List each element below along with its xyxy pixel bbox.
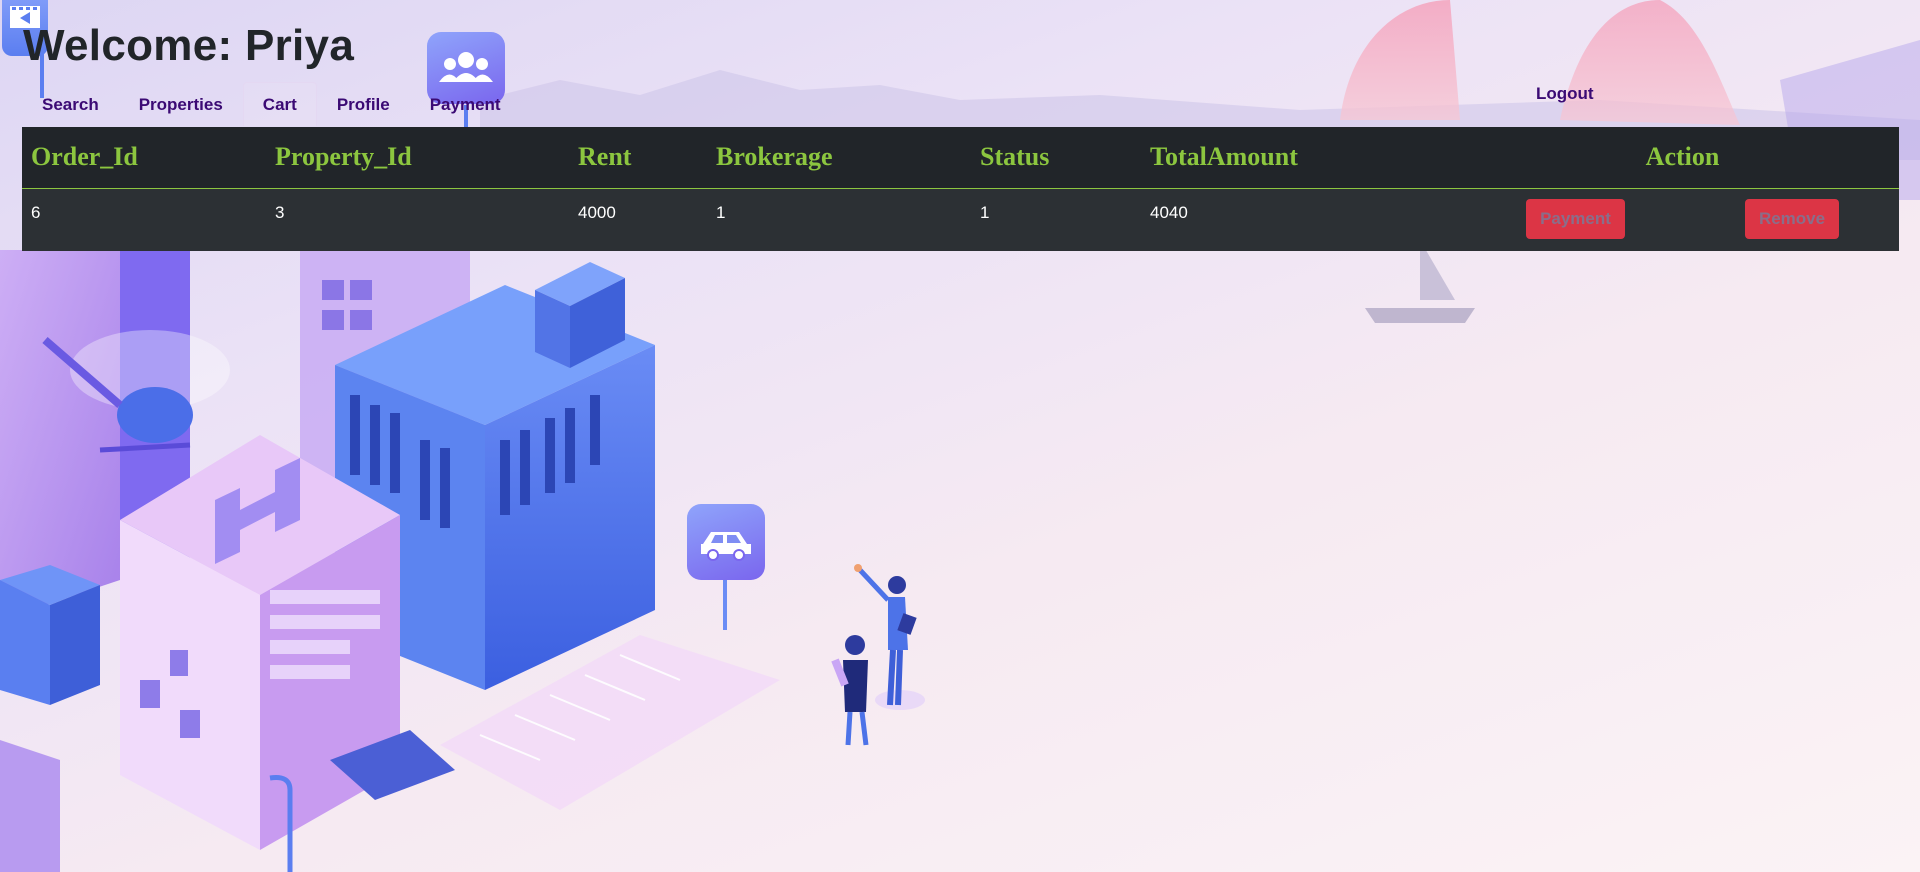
table-header-row: Order_Id Property_Id Rent Brokerage Stat… [22, 127, 1900, 189]
cell-payment: Payment [1466, 188, 1685, 251]
page-title: Welcome: Priya [23, 21, 355, 70]
table-row: 6 3 4000 1 1 4040 Payment Remove [22, 188, 1900, 251]
remove-button[interactable]: Remove [1744, 198, 1840, 239]
logout-link[interactable]: Logout [1536, 84, 1594, 104]
cell-property-id: 3 [275, 202, 285, 222]
payment-button[interactable]: Payment [1526, 198, 1625, 239]
cell-remove: Remove [1685, 188, 1899, 251]
col-rent: Rent [569, 127, 707, 189]
nav-properties[interactable]: Properties [119, 82, 243, 126]
nav-profile[interactable]: Profile [317, 82, 410, 126]
col-status: Status [971, 127, 1141, 189]
main-nav: Search Properties Cart Profile Payment [22, 82, 521, 126]
cell-status: 1 [980, 202, 990, 222]
car-icon [687, 504, 765, 580]
cell-rent: 4000 [578, 202, 616, 222]
cell-brokerage: 1 [716, 202, 726, 222]
col-brokerage: Brokerage [707, 127, 971, 189]
col-action: Action [1466, 127, 1900, 189]
cell-total-amount: 4040 [1150, 202, 1188, 222]
cell-order-id: 6 [31, 202, 41, 222]
nav-search[interactable]: Search [22, 82, 119, 126]
nav-payment[interactable]: Payment [410, 82, 521, 126]
col-total-amount: TotalAmount [1141, 127, 1466, 189]
nav-cart[interactable]: Cart [242, 82, 317, 126]
page: Welcome: Priya Search Properties Cart Pr… [0, 0, 1920, 872]
col-order-id: Order_Id [22, 127, 266, 189]
col-property-id: Property_Id [266, 127, 569, 189]
cart-table: Order_Id Property_Id Rent Brokerage Stat… [22, 127, 1900, 251]
